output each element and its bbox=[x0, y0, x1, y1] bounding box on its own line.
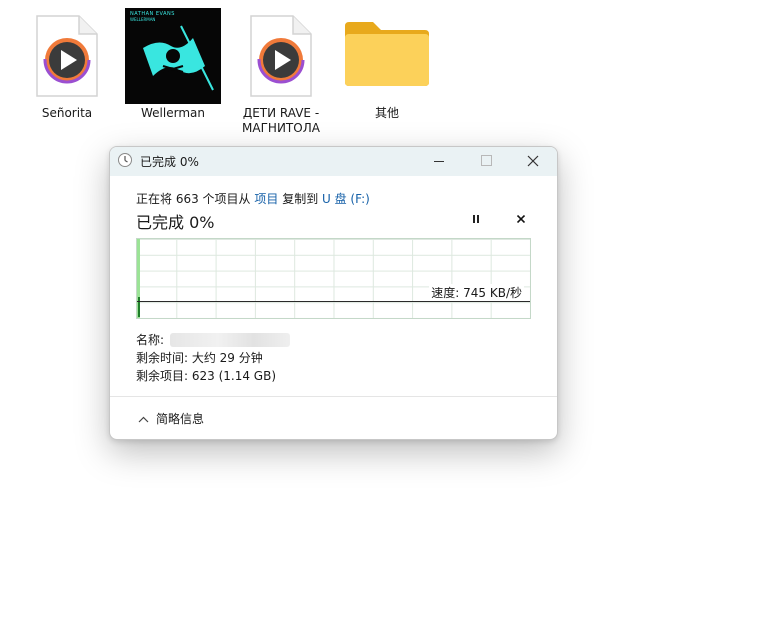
less-details-toggle[interactable]: 简略信息 bbox=[138, 410, 204, 427]
clock-icon bbox=[118, 153, 132, 167]
pause-icon-bar bbox=[477, 215, 479, 223]
desktop-icon-other-folder[interactable]: 其他 bbox=[335, 6, 439, 121]
dialog-content: 正在将 663 个项目从 项目 复制到 U 盘 (F:) 已完成 0% 速度: … bbox=[110, 176, 557, 439]
file-name-label: 名称: bbox=[136, 333, 165, 347]
media-file-icon bbox=[250, 15, 312, 97]
desktop-icon-senorita[interactable]: Señorita bbox=[15, 6, 119, 121]
desc-prefix: 正在将 663 个项目从 bbox=[136, 192, 255, 206]
chevron-up-icon bbox=[138, 416, 149, 423]
speed-line bbox=[137, 301, 530, 302]
speed-label: 速度: 745 KB/秒 bbox=[429, 284, 524, 301]
desktop-icon-label: Señorita bbox=[41, 106, 93, 120]
less-details-label: 简略信息 bbox=[156, 412, 205, 426]
time-remaining: 剩余时间: 大约 29 分钟 bbox=[136, 351, 263, 365]
source-link[interactable]: 项目 bbox=[254, 192, 278, 206]
speed-start-mark bbox=[138, 297, 140, 317]
pause-icon bbox=[473, 215, 475, 223]
desc-middle: 复制到 bbox=[278, 192, 323, 206]
stop-button[interactable] bbox=[513, 211, 529, 227]
file-name-redacted bbox=[170, 333, 291, 347]
copy-progress-dialog: 已完成 0% 正在将 663 个项目从 项目 复制到 U 盘 (F:) 已完成 … bbox=[109, 146, 558, 440]
desktop-icon-wellerman[interactable]: NATHAN EVANS WELLERMAN Wellerman bbox=[121, 6, 225, 121]
media-file-icon bbox=[36, 15, 98, 97]
maximize-button[interactable] bbox=[463, 147, 509, 176]
minimize-button[interactable] bbox=[416, 147, 462, 176]
copy-description: 正在将 663 个项目从 项目 复制到 U 盘 (F:) bbox=[136, 190, 370, 207]
folder-icon bbox=[345, 22, 429, 86]
desktop-icon-label: 其他 bbox=[374, 106, 399, 120]
minimize-icon bbox=[434, 161, 444, 162]
desktop-icon-label: Wellerman bbox=[141, 106, 205, 120]
pause-button[interactable] bbox=[468, 211, 484, 227]
pirate-flag-icon bbox=[143, 25, 214, 91]
divider bbox=[110, 396, 557, 397]
transfer-speed-graph: 速度: 745 KB/秒 bbox=[136, 238, 531, 319]
close-icon bbox=[517, 215, 525, 223]
progress-status: 已完成 0% bbox=[136, 213, 215, 232]
desktop-icon-label: ДЕТИ RAVE - МАГНИТОЛА bbox=[242, 106, 320, 135]
dialog-titlebar[interactable]: 已完成 0% bbox=[110, 147, 557, 176]
maximize-icon bbox=[481, 155, 492, 166]
destination-link[interactable]: U 盘 (F:) bbox=[322, 192, 370, 206]
desktop-icon-deti-rave[interactable]: ДЕТИ RAVE - МАГНИТОЛА bbox=[229, 6, 333, 136]
album-art: NATHAN EVANS WELLERMAN bbox=[125, 8, 221, 104]
close-icon bbox=[527, 155, 539, 167]
file-name-row: 名称: bbox=[136, 331, 291, 348]
items-remaining: 剩余项目: 623 (1.14 GB) bbox=[136, 369, 277, 383]
close-button[interactable] bbox=[510, 147, 556, 176]
dialog-title: 已完成 0% bbox=[140, 155, 199, 169]
